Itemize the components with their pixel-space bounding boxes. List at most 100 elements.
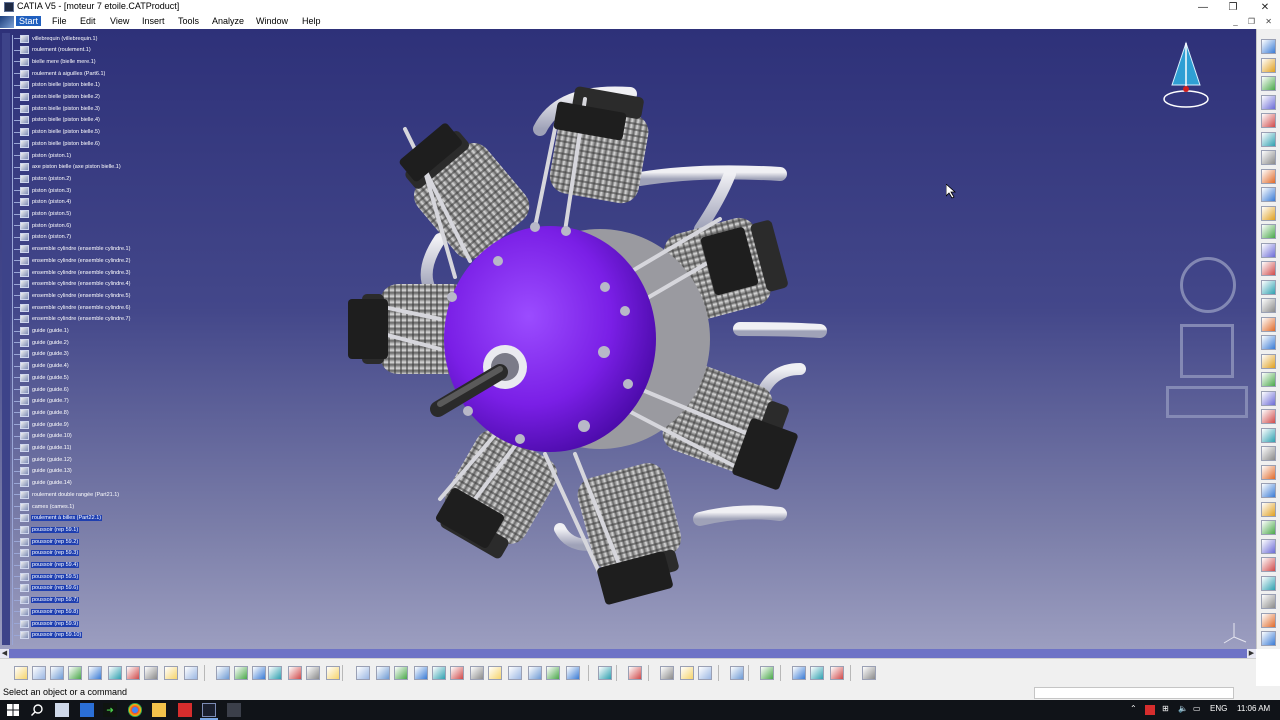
tray-app-icon[interactable] — [1145, 705, 1155, 715]
part-node-icon[interactable] — [20, 93, 29, 101]
part-node-icon[interactable] — [20, 256, 29, 265]
scroll-left-icon[interactable]: ◀ — [0, 649, 9, 658]
part-node-icon[interactable] — [20, 385, 29, 394]
part-node-icon[interactable] — [20, 291, 29, 300]
catia-taskbar-icon[interactable] — [202, 703, 216, 717]
tree-node-label[interactable]: guide (guide.9) — [31, 422, 70, 428]
tree-node[interactable]: piston (piston.6) — [14, 220, 72, 231]
part-node-icon[interactable] — [20, 139, 29, 148]
workbench-tool-icon[interactable] — [1261, 520, 1276, 535]
tree-node-label[interactable]: guide (guide.3) — [31, 351, 70, 357]
part-node-icon[interactable] — [20, 619, 29, 628]
view-tool-icon[interactable] — [184, 666, 198, 680]
tree-node-label[interactable]: guide (guide.1) — [31, 328, 70, 334]
view-tool-icon[interactable] — [628, 666, 642, 680]
part-node-icon[interactable] — [20, 151, 29, 160]
tree-node[interactable]: poussoir (rep 59.10) — [14, 630, 83, 641]
tree-node-label[interactable]: poussoir (rep 59.10) — [31, 632, 83, 639]
part-node-icon[interactable] — [20, 350, 29, 359]
part-node-icon[interactable] — [20, 444, 29, 452]
workbench-tool-icon[interactable] — [1261, 372, 1276, 387]
part-node-icon[interactable] — [20, 490, 29, 499]
tree-node-label[interactable]: poussoir (rep 59.9) — [31, 620, 80, 627]
workbench-tool-icon[interactable] — [1261, 612, 1276, 628]
part-node-icon[interactable] — [20, 397, 29, 406]
tree-node-label[interactable]: piston bielle (piston bielle.1) — [31, 82, 101, 88]
zoom-view-widget[interactable] — [1166, 386, 1248, 418]
power-input-field[interactable] — [1034, 687, 1234, 699]
part-node-icon[interactable] — [20, 315, 29, 324]
part-node-icon[interactable] — [20, 455, 29, 464]
part-node-icon[interactable] — [20, 104, 29, 113]
part-node-icon[interactable] — [20, 186, 29, 195]
workbench-tool-icon[interactable] — [1261, 483, 1276, 498]
part-node-icon[interactable] — [20, 373, 29, 382]
view-tool-icon[interactable] — [528, 666, 542, 680]
part-node-icon[interactable] — [20, 584, 29, 593]
tree-node[interactable]: piston (piston.3) — [14, 185, 72, 196]
tree-node[interactable]: guide (guide.8) — [14, 407, 70, 418]
tree-node-label[interactable]: villebrequin (villebrequin.1) — [31, 36, 98, 42]
tree-node[interactable]: ensemble cylindre (ensemble cylindre.4) — [14, 279, 131, 290]
volume-icon[interactable]: 🔈 — [1178, 704, 1188, 713]
tree-node-label[interactable]: piston (piston.5) — [31, 211, 72, 217]
tree-node-label[interactable]: ensemble cylindre (ensemble cylindre.6) — [31, 305, 131, 311]
view-tool-icon[interactable] — [830, 666, 844, 680]
tree-node-label[interactable]: guide (guide.8) — [31, 410, 70, 416]
view-tool-icon[interactable] — [488, 666, 502, 680]
tree-node[interactable]: cames (cames.1) — [14, 501, 75, 512]
workbench-tool-icon[interactable] — [1261, 335, 1276, 350]
menu-help[interactable]: Help — [300, 16, 323, 26]
tree-node-label[interactable]: ensemble cylindre (ensemble cylindre.3) — [31, 270, 131, 276]
tree-node[interactable]: guide (guide.5) — [14, 372, 70, 383]
radial-engine-model[interactable] — [0, 29, 1256, 649]
part-node-icon[interactable] — [20, 303, 29, 312]
view-tool-icon[interactable] — [252, 666, 266, 680]
workbench-tool-icon[interactable] — [1261, 464, 1276, 480]
part-node-icon[interactable] — [20, 514, 29, 523]
tree-node-label[interactable]: piston (piston.7) — [31, 234, 72, 240]
battery-icon[interactable]: ▭ — [1193, 704, 1201, 713]
windows-start-icon[interactable] — [6, 703, 20, 717]
tree-node[interactable]: piston (piston.7) — [14, 232, 72, 243]
part-node-icon[interactable] — [20, 327, 29, 335]
tree-node[interactable]: guide (guide.2) — [14, 337, 70, 348]
tree-node-label[interactable]: roulement double rangée (Part21.1) — [31, 492, 120, 498]
tree-node-label[interactable]: guide (guide.14) — [31, 480, 73, 486]
view-tool-icon[interactable] — [144, 666, 158, 680]
tree-node-label[interactable]: piston (piston.4) — [31, 199, 72, 205]
restore-button[interactable]: ❐ — [1218, 0, 1248, 15]
part-node-icon[interactable] — [20, 233, 29, 242]
compass-icon[interactable] — [1160, 39, 1212, 109]
part-node-icon[interactable] — [20, 163, 29, 172]
workbench-tool-icon[interactable] — [1261, 279, 1276, 295]
view-tool-icon[interactable] — [164, 666, 178, 680]
tree-node-label[interactable]: piston bielle (piston bielle.4) — [31, 117, 101, 123]
view-tool-icon[interactable] — [326, 666, 340, 680]
tree-node[interactable]: poussoir (rep 59.8) — [14, 606, 80, 617]
workbench-tool-icon[interactable] — [1261, 39, 1276, 54]
view-tool-icon[interactable] — [730, 666, 744, 680]
tree-node-label[interactable]: guide (guide.5) — [31, 375, 70, 381]
view-tool-icon[interactable] — [810, 666, 824, 680]
part-node-icon[interactable] — [20, 210, 29, 218]
recorder-app-icon[interactable] — [227, 703, 241, 717]
workbench-tool-icon[interactable] — [1261, 187, 1276, 202]
tree-node[interactable]: piston (piston.2) — [14, 173, 72, 184]
tree-node[interactable]: guide (guide.12) — [14, 454, 73, 465]
part-node-icon[interactable] — [20, 572, 29, 581]
view-tool-icon[interactable] — [414, 666, 428, 680]
tray-overflow-icon[interactable]: ⌃ — [1130, 704, 1137, 713]
tree-node[interactable]: guide (guide.3) — [14, 349, 70, 360]
tree-node-label[interactable]: ensemble cylindre (ensemble cylindre.7) — [31, 316, 131, 322]
close-button[interactable]: ✕ — [1250, 0, 1280, 15]
part-node-icon[interactable] — [20, 525, 29, 534]
tree-node-label[interactable]: poussoir (rep 59.8) — [31, 608, 80, 615]
workbench-tool-icon[interactable] — [1261, 353, 1276, 369]
pdf-reader-icon[interactable] — [178, 703, 192, 717]
workbench-tool-icon[interactable] — [1261, 409, 1276, 424]
tree-node[interactable]: piston bielle (piston bielle.6) — [14, 138, 101, 149]
tree-node[interactable]: guide (guide.10) — [14, 431, 73, 442]
document-window-controls[interactable]: _ ❐ ✕ — [1233, 17, 1276, 26]
tree-node[interactable]: roulement à billes (Part22.1) — [14, 513, 103, 524]
